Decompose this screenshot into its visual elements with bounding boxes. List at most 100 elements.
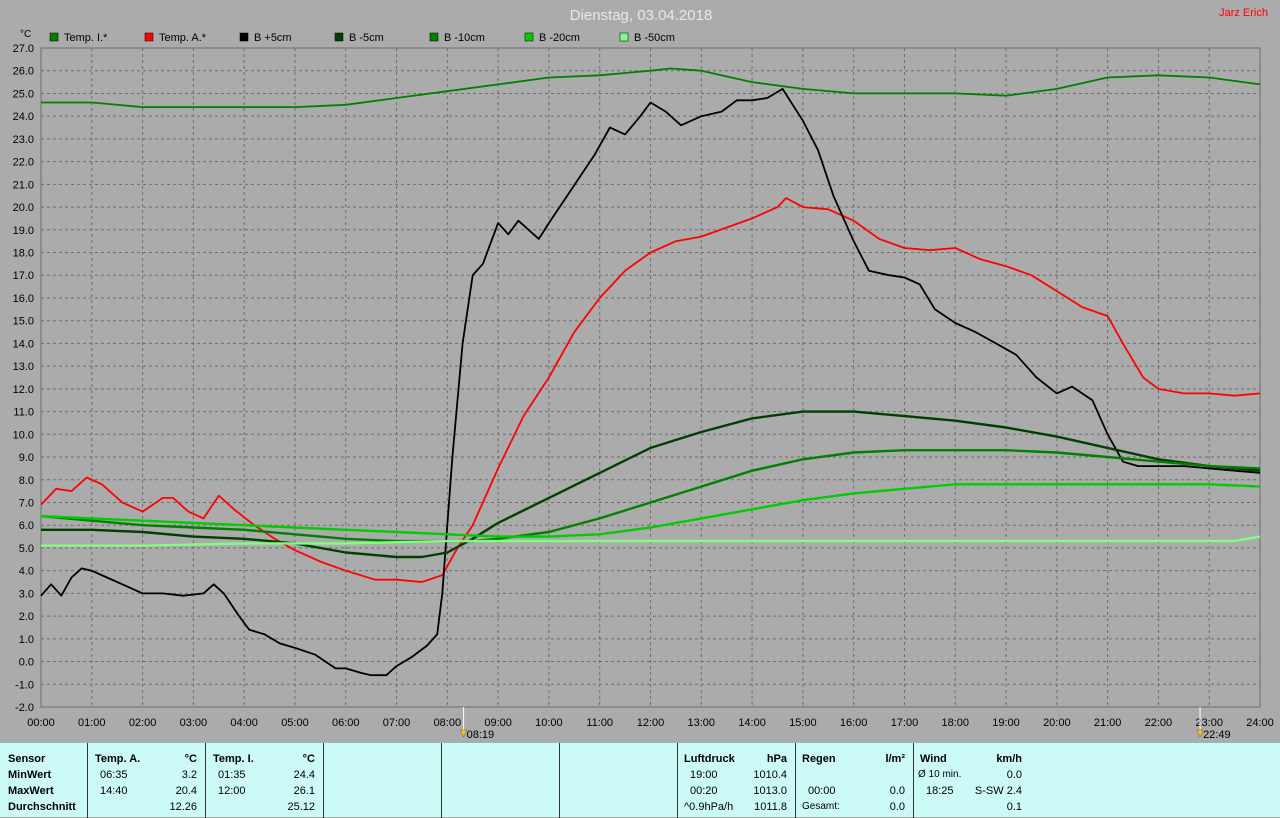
x-tick-label: 05:00 <box>281 717 309 729</box>
statistics-panel: Sensor MinWert MaxWert Durchschnitt Temp… <box>0 742 1280 818</box>
y-tick-label: 10.0 <box>13 429 34 441</box>
y-tick-label: 13.0 <box>13 361 34 373</box>
legend-label: B -20cm <box>539 32 580 44</box>
y-tick-label: 15.0 <box>13 316 34 328</box>
y-tick-label: 25.0 <box>13 88 34 100</box>
time-marker-label: 22:49 <box>1203 729 1231 741</box>
x-tick-label: 14:00 <box>738 717 766 729</box>
legend-label: B -5cm <box>349 32 384 44</box>
x-tick-label: 22:00 <box>1145 717 1173 729</box>
temp-a-unit: °C <box>184 753 197 765</box>
legend-swatch <box>524 32 534 42</box>
temp-i-max-time: 12:00 <box>218 785 246 797</box>
x-tick-label: 01:00 <box>78 717 106 729</box>
y-tick-label: 12.0 <box>13 384 34 396</box>
wind-unit: km/h <box>996 753 1022 765</box>
x-tick-label: 09:00 <box>484 717 512 729</box>
legend-label: Temp. I.* <box>64 32 108 44</box>
y-tick-label: 5.0 <box>19 543 34 555</box>
y-tick-label: 19.0 <box>13 225 34 237</box>
x-tick-label: 04:00 <box>230 717 258 729</box>
x-tick-label: 21:00 <box>1094 717 1122 729</box>
x-tick-label: 16:00 <box>840 717 868 729</box>
x-tick-label: 13:00 <box>688 717 716 729</box>
sensor-column: Sensor MinWert MaxWert Durchschnitt <box>0 743 88 818</box>
temp-i-column: Temp. I. °C 01:35 24.4 12:00 26.1 25.12 <box>206 743 324 818</box>
temp-a-min-value: 3.2 <box>181 769 197 781</box>
wind-column: Wind km/h Ø 10 min. 0.0 18:25 S-SW 2.4 0… <box>914 743 1032 818</box>
temp-a-column: Temp. A. °C 06:35 3.2 14:40 20.4 12.26 <box>88 743 206 818</box>
regen-total: 0.0 <box>889 801 905 813</box>
durchschnitt-label: Durchschnitt <box>8 801 76 813</box>
y-tick-label: 2.0 <box>19 611 34 623</box>
chart-title: Dienstag, 03.04.2018 <box>570 7 713 24</box>
temp-i-unit: °C <box>302 753 315 765</box>
y-tick-label: 3.0 <box>19 588 34 600</box>
author-label: Jarz Erich <box>1219 7 1268 19</box>
y-tick-label: 22.0 <box>13 157 34 169</box>
y-tick-label: 27.0 <box>13 43 34 55</box>
legend-swatch <box>144 32 154 42</box>
legend: Temp. I.* Temp. A.* B +5cm B -5cm B -10cm B -… <box>49 32 675 44</box>
wind-max-time: 18:25 <box>926 785 954 797</box>
legend-label: B +5cm <box>254 32 292 44</box>
y-tick-label: 8.0 <box>19 475 34 487</box>
luftdruck-min-time: 19:00 <box>690 769 718 781</box>
y-tick-label: 0.0 <box>19 657 34 669</box>
x-tick-label: 18:00 <box>941 717 969 729</box>
temp-i-average: 25.12 <box>287 801 315 813</box>
temp-i-min-time: 01:35 <box>218 769 246 781</box>
x-tick-label: 17:00 <box>891 717 919 729</box>
x-tick-label: 06:00 <box>332 717 360 729</box>
wind-avg-10min-label: Ø 10 min. <box>918 769 962 780</box>
legend-swatch <box>239 32 249 42</box>
y-tick-label: 7.0 <box>19 497 34 509</box>
minwert-label: MinWert <box>8 769 52 781</box>
y-tick-label: 9.0 <box>19 452 34 464</box>
y-tick-label: -1.0 <box>15 679 34 691</box>
temp-a-max-time: 14:40 <box>100 785 128 797</box>
luftdruck-max-value: 1013.0 <box>753 785 787 797</box>
regen-header: Regen <box>802 753 836 765</box>
y-tick-label: 26.0 <box>13 66 34 78</box>
legend-swatch <box>334 32 344 42</box>
temp-a-header: Temp. A. <box>95 753 141 765</box>
x-tick-label: 02:00 <box>129 717 157 729</box>
y-tick-label: 11.0 <box>13 407 34 419</box>
y-tick-label: 23.0 <box>13 134 34 146</box>
regen-max-value: 0.0 <box>889 785 905 797</box>
maxwert-label: MaxWert <box>8 785 54 797</box>
y-tick-label: 24.0 <box>13 111 34 123</box>
y-tick-label: 17.0 <box>13 270 34 282</box>
time-marker-label: 08:19 <box>467 729 495 741</box>
x-tick-label: 10:00 <box>535 717 563 729</box>
wind-average: 0.1 <box>1006 801 1022 813</box>
regen-unit: l/m² <box>885 753 905 765</box>
wind-header: Wind <box>920 753 947 765</box>
regen-total-label: Gesamt: <box>802 801 840 812</box>
luftdruck-column: Luftdruck hPa 19:00 1010.4 00:20 1013.0 … <box>678 743 796 818</box>
y-axis-ticks: -2.0 -1.0 0.0 1.0 2.0 3.0 4.0 5.0 6.0 7.0 8.0 9.0 10… <box>13 43 34 714</box>
y-tick-label: 1.0 <box>19 634 34 646</box>
y-tick-label: 14.0 <box>13 338 34 350</box>
y-tick-label: 20.0 <box>13 202 34 214</box>
y-tick-label: 4.0 <box>19 566 34 578</box>
x-tick-label: 19:00 <box>992 717 1020 729</box>
x-tick-label: 12:00 <box>637 717 665 729</box>
x-tick-label: 20:00 <box>1043 717 1071 729</box>
luftdruck-max-time: 00:20 <box>690 785 718 797</box>
temperature-chart: Dienstag, 03.04.2018 Jarz Erich °C Temp.… <box>13 7 1274 741</box>
empty-column-2 <box>442 743 560 818</box>
legend-swatch <box>49 32 59 42</box>
x-tick-label: 15:00 <box>789 717 817 729</box>
regen-column: Regen l/m² 00:00 0.0 Gesamt: 0.0 <box>796 743 914 818</box>
y-tick-label: 21.0 <box>13 179 34 191</box>
empty-column-1 <box>324 743 442 818</box>
y-tick-label: 18.0 <box>13 248 34 260</box>
sensor-header: Sensor <box>8 753 46 765</box>
legend-label: Temp. A.* <box>159 32 207 44</box>
temp-i-header: Temp. I. <box>213 753 254 765</box>
regen-max-time: 00:00 <box>808 785 836 797</box>
legend-label: B -10cm <box>444 32 485 44</box>
temp-i-max-value: 26.1 <box>293 785 315 797</box>
